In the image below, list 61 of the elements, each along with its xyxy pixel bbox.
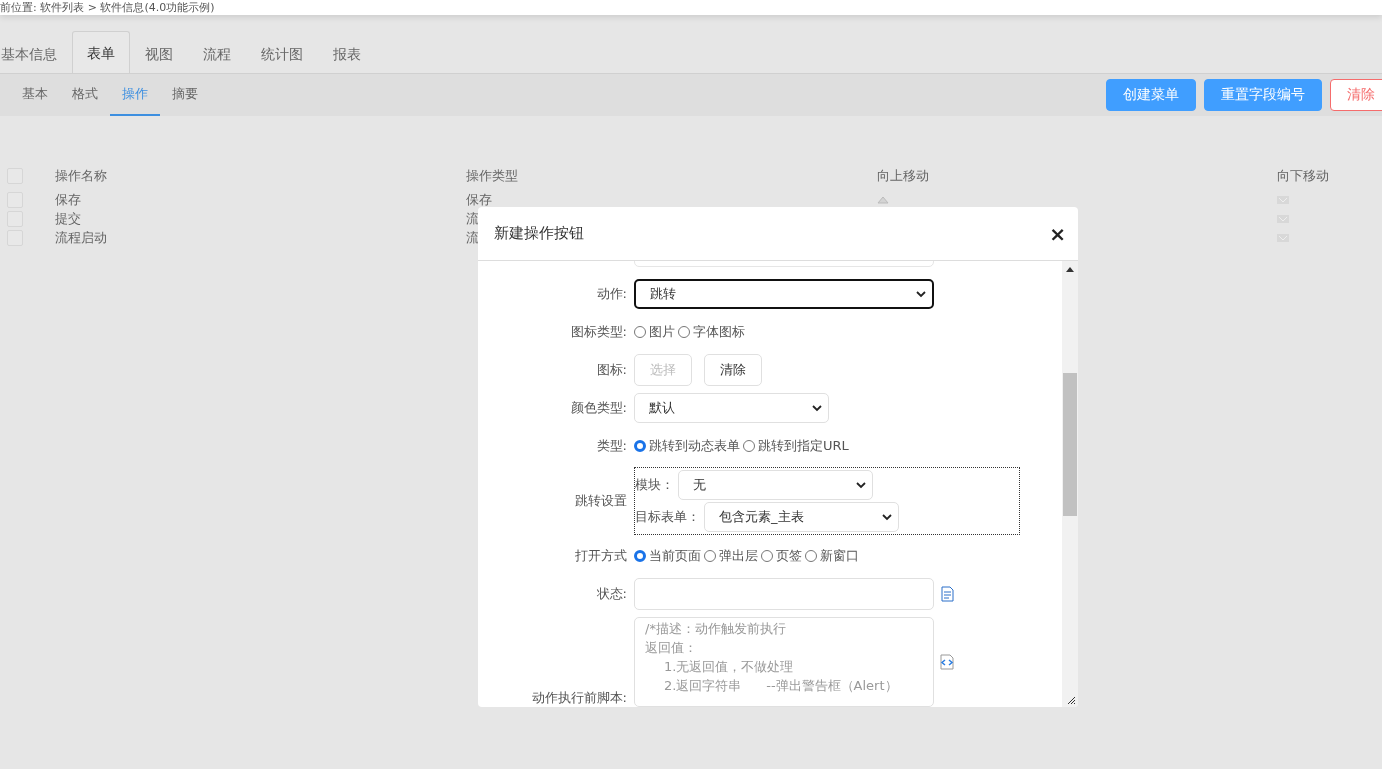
tab[interactable]: 表单 — [72, 31, 130, 73]
table-cell: 提交 — [55, 210, 81, 226]
radio-option[interactable]: 新窗口 — [805, 546, 859, 565]
placeholder-line: /*描述：动作触发前执行 — [645, 620, 786, 638]
status-field[interactable] — [634, 577, 934, 610]
select-field[interactable]: 默认 — [634, 393, 829, 424]
placeholder-line: 返回值： — [645, 639, 697, 657]
scrollbar[interactable] — [1062, 261, 1078, 707]
table-cell: 流 — [466, 210, 479, 226]
column-header: 向下移动 — [1277, 168, 1329, 183]
column-header: 操作类型 — [466, 168, 518, 183]
field-label: 状态: — [595, 584, 628, 603]
column-header: 向上移动 — [877, 168, 929, 183]
caret-icon — [916, 290, 926, 298]
scroll-up-icon[interactable] — [1066, 266, 1074, 272]
tab[interactable]: 基本信息 — [0, 33, 72, 73]
field-label: 颜色类型: — [569, 399, 628, 418]
placeholder-line: 1.无返回值，不做处理 — [663, 658, 794, 676]
field-label: 打开方式 — [574, 546, 628, 565]
placeholder-line: 2.返回字符串 --弹出警告框（Alert） — [663, 677, 898, 695]
select-field[interactable]: 跳转 — [634, 279, 934, 309]
field-label: 图标: — [595, 361, 628, 380]
caret-icon — [856, 481, 866, 489]
select-field[interactable]: 无 — [678, 470, 873, 500]
sub-tab[interactable]: 基本 — [10, 74, 60, 116]
move-up-icon[interactable] — [877, 195, 889, 204]
radio-option[interactable]: 当前页面 — [634, 546, 701, 565]
radio-option[interactable]: 跳转到指定URL — [743, 437, 849, 456]
table-cell: 保存 — [466, 191, 492, 207]
tab[interactable]: 视图 — [130, 33, 188, 73]
table-cell: 保存 — [55, 191, 81, 207]
table-cell: 流程启动 — [55, 229, 107, 245]
field-label: 跳转设置 — [574, 492, 628, 510]
radio-option[interactable]: 弹出层 — [704, 546, 758, 565]
tab[interactable]: 统计图 — [246, 33, 318, 73]
radio-option[interactable]: 字体图标 — [678, 323, 745, 341]
field-label: 动作: — [595, 285, 628, 303]
caret-icon — [812, 404, 822, 412]
document-edit-icon[interactable] — [939, 585, 955, 602]
field-label: 目标表单： — [635, 508, 700, 526]
tab[interactable]: 流程 — [188, 33, 246, 73]
icon-button[interactable]: 清除 — [704, 354, 762, 387]
table-cell: 流 — [466, 229, 479, 245]
field-label: 类型: — [595, 437, 628, 456]
field-label: 模块： — [635, 476, 674, 494]
close-button[interactable]: × — [1045, 221, 1070, 246]
tab[interactable]: 报表 — [318, 33, 376, 73]
select-field[interactable]: 包含元素_主表 — [704, 502, 899, 532]
radio-option[interactable]: 图片 — [634, 323, 675, 341]
resize-grip-icon[interactable] — [1066, 695, 1076, 705]
radio-option[interactable]: 跳转到动态表单 — [634, 437, 740, 456]
column-header: 操作名称 — [55, 168, 107, 183]
code-file-icon[interactable] — [939, 654, 955, 670]
field-label: 图标类型: — [569, 323, 628, 341]
breadcrumb: 前位置: 软件列表 > 软件信息(4.0功能示例) — [0, 1, 215, 14]
sub-tab[interactable]: 格式 — [60, 74, 110, 116]
sub-tab[interactable]: 摘要 — [160, 74, 210, 116]
radio-option[interactable]: 页签 — [761, 546, 802, 565]
field-label: 动作执行前脚本: — [530, 689, 628, 707]
dialog-title: 新建操作按钮 — [494, 224, 584, 243]
caret-icon — [882, 513, 892, 521]
